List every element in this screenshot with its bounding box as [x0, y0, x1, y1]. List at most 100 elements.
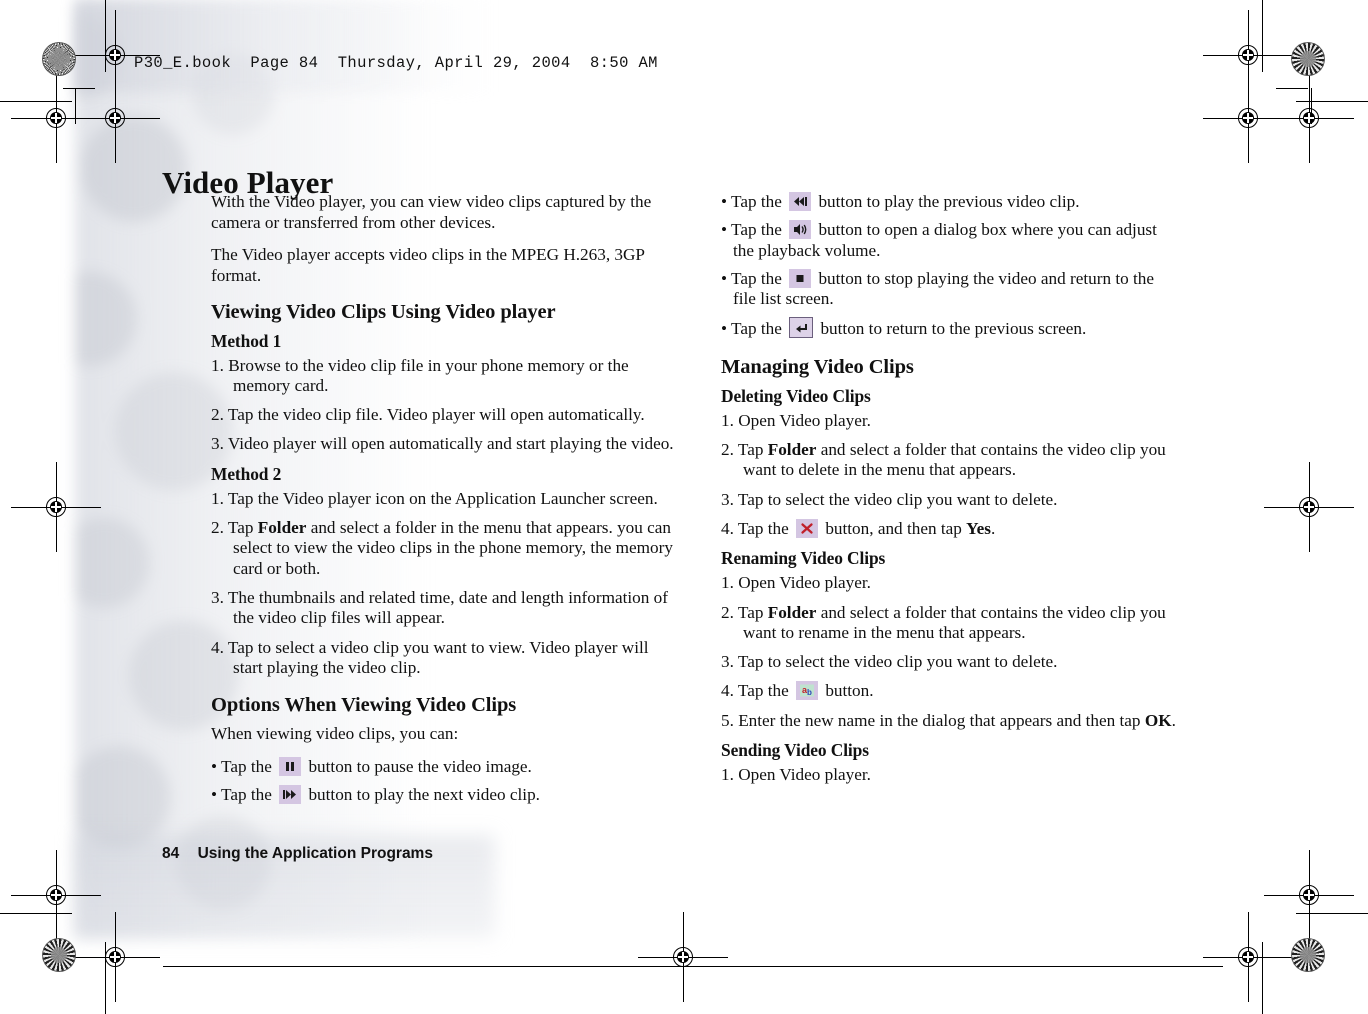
step-text: The thumbnails and related time, date an… [227, 587, 668, 628]
bullet-text-pre: Tap the [731, 220, 787, 240]
step-number: 2. [721, 440, 734, 460]
bullet-marker: • [721, 220, 728, 240]
step-item: 3. The thumbnails and related time, date… [211, 588, 679, 629]
next-clip-icon[interactable] [279, 785, 302, 805]
heading-sending-video-clips: Sending Video Clips [721, 740, 869, 761]
bullet-item-volume: • Tap the button to open a dialog box wh… [721, 220, 1179, 261]
step-text: Tap to select the video clip you want to… [737, 489, 1058, 509]
bullet-item-pause: • Tap the button to pause the video imag… [211, 756, 679, 777]
step-text-pre: Tap [737, 440, 768, 460]
pause-icon[interactable] [279, 756, 302, 776]
inline-emphasis-folder: Folder [767, 602, 817, 622]
step-text-pre: Tap [737, 602, 768, 622]
left-column: With the Video player, you can view vide… [211, 192, 679, 813]
step-item: 1. Browse to the video clip file in your… [211, 356, 679, 397]
step-text: Tap the video clip file. Video player wi… [227, 405, 645, 425]
step-text-post: . [1171, 710, 1176, 730]
step-text: Open Video player. [738, 765, 871, 785]
step-number: 3. [721, 489, 734, 509]
step-text-pre: Tap the [737, 518, 794, 538]
bullet-marker: • [211, 756, 218, 776]
document-page: P30_E.book Page 84 Thursday, April 29, 2… [0, 0, 1368, 1014]
step-text: Tap to select the video clip you want to… [737, 652, 1058, 672]
heading-method-1: Method 1 [211, 330, 282, 351]
intro-paragraph-1: With the Video player, you can view vide… [211, 192, 652, 232]
bullet-text-post: button to return to the previous screen. [816, 319, 1087, 339]
step-text: Tap the Video player icon on the Applica… [227, 488, 658, 508]
step-item: 3. Video player will open automatically … [211, 434, 679, 454]
step-item: 5. Enter the new name in the dialog that… [721, 711, 1179, 731]
step-item: 2. Tap the video clip file. Video player… [211, 405, 679, 425]
step-text-pre: Enter the new name in the dialog that ap… [738, 710, 1145, 730]
bullet-marker: • [211, 785, 218, 805]
bullet-text-pre: Tap the [731, 192, 787, 211]
step-number: 2. [211, 518, 224, 538]
step-text-post: button. [821, 681, 874, 701]
bullet-marker: • [721, 268, 728, 288]
step-number: 5. [721, 710, 734, 730]
delete-icon[interactable] [796, 518, 819, 538]
svg-text:b: b [807, 688, 812, 697]
step-item: 1. Open Video player. [721, 765, 1179, 785]
step-item: 4. Tap the button, and then tap Yes. [721, 518, 1179, 539]
right-column: • Tap the button to play the previous vi… [721, 192, 1179, 794]
step-item: 3. Tap to select the video clip you want… [721, 652, 1179, 672]
bullet-text-pre: Tap the [221, 756, 277, 776]
volume-icon[interactable] [789, 220, 812, 240]
bullet-item-return: • Tap the button to return to the previo… [721, 317, 1179, 339]
step-number: 4. [721, 681, 734, 701]
step-number: 4. [211, 637, 224, 657]
page-footer: 84 Using the Application Programs [162, 845, 433, 863]
bullet-item-stop: • Tap the button to stop playing the vid… [721, 268, 1179, 310]
heading-renaming-video-clips: Renaming Video Clips [721, 548, 886, 569]
step-number: 3. [721, 652, 734, 672]
step-item: 2. Tap Folder and select a folder that c… [721, 440, 1179, 481]
step-item: 1. Open Video player. [721, 411, 1179, 431]
step-item: 2. Tap Folder and select a folder that c… [721, 603, 1179, 644]
step-text: Video player will open automatically and… [227, 434, 674, 454]
step-text-pre: Tap [227, 518, 258, 538]
bullet-item-next-clip: • Tap the button to play the next video … [211, 785, 679, 805]
bullet-marker: • [721, 192, 728, 211]
footer-section-title: Using the Application Programs [197, 845, 433, 862]
step-item: 4. Tap the ab button. [721, 681, 1179, 701]
step-text: Open Video player. [738, 410, 871, 430]
inline-emphasis-folder: Folder [257, 518, 307, 538]
step-number: 3. [211, 587, 224, 607]
step-number: 3. [211, 434, 224, 454]
previous-clip-icon[interactable] [789, 192, 812, 211]
inline-emphasis-yes: Yes [966, 518, 991, 538]
step-number: 1. [721, 765, 734, 785]
step-number: 2. [211, 405, 224, 425]
inline-emphasis-ok: OK [1144, 710, 1172, 730]
step-item: 1. Open Video player. [721, 573, 1179, 593]
heading-method-2: Method 2 [211, 463, 282, 484]
step-item: 4. Tap to select a video clip you want t… [211, 638, 679, 679]
rename-icon[interactable]: ab [796, 681, 819, 701]
bullet-text-pre: Tap the [221, 785, 277, 805]
bullet-item-previous-clip: • Tap the button to play the previous vi… [721, 192, 1179, 212]
footer-page-number: 84 [162, 845, 180, 862]
inline-emphasis-folder: Folder [767, 440, 817, 460]
step-number: 1. [721, 410, 734, 430]
bullet-text-post: button to play the next video clip. [304, 785, 540, 805]
heading-managing-video-clips: Managing Video Clips [721, 355, 914, 378]
heading-deleting-video-clips: Deleting Video Clips [721, 385, 871, 406]
return-icon[interactable] [789, 317, 814, 339]
bullet-text-post: button to pause the video image. [304, 756, 532, 776]
stop-icon[interactable] [789, 268, 812, 288]
step-text: Browse to the video clip file in your ph… [228, 355, 629, 395]
step-number: 1. [211, 355, 224, 375]
options-intro-text: When viewing video clips, you can: [211, 724, 459, 744]
step-number: 1. [721, 573, 734, 593]
bullet-marker: • [721, 319, 728, 339]
step-text-pre: Tap the [737, 681, 794, 701]
page-content: Video Player With the Video player, you … [0, 0, 1368, 1014]
step-number: 1. [211, 488, 224, 508]
step-text-mid: button, and then tap [821, 518, 967, 538]
step-number: 2. [721, 602, 734, 622]
bullet-text-pre: Tap the [731, 319, 787, 339]
heading-options-when-viewing: Options When Viewing Video Clips [211, 694, 517, 717]
step-text: Open Video player. [738, 573, 871, 593]
step-text-post: . [990, 518, 996, 538]
